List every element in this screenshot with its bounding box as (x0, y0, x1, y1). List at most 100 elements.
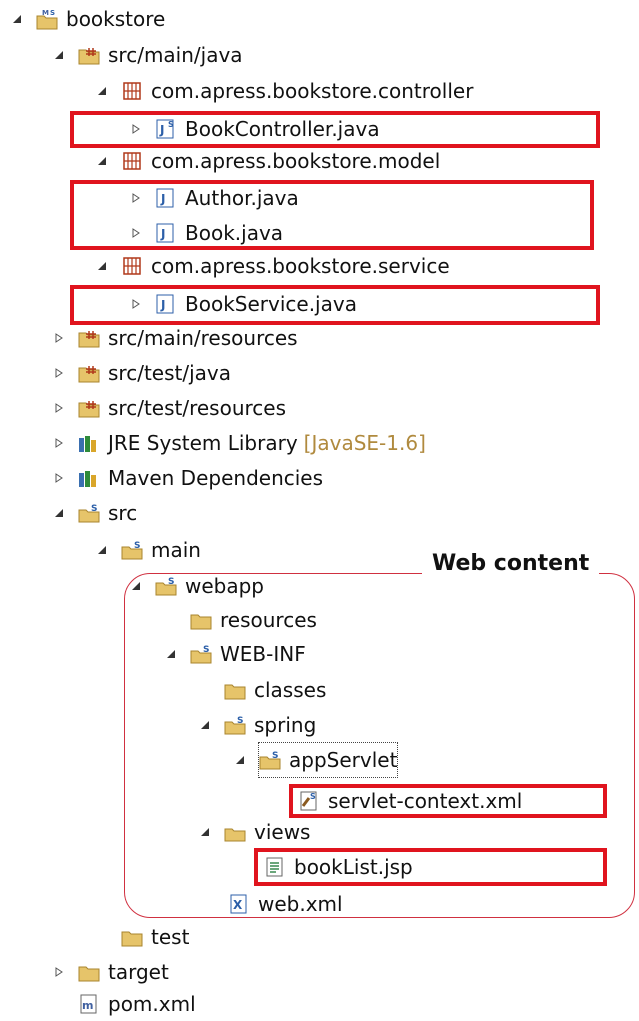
highlight-model-files (70, 180, 594, 250)
resources-label: resources (220, 608, 317, 632)
tree-item-book[interactable]: J Book.java (132, 216, 283, 250)
booklist-label: bookList.jsp (294, 855, 413, 879)
package-icon (121, 150, 143, 172)
tree-item-src-main-java[interactable]: src/main/java (55, 38, 243, 72)
tree-item-jre-library[interactable]: JRE System Library [JavaSE-1.6] (55, 426, 426, 460)
maven-project-icon: MS (36, 8, 58, 30)
tree-item-target[interactable]: target (55, 955, 169, 989)
views-label: views (254, 820, 311, 844)
collapsed-arrow-icon[interactable] (50, 955, 68, 989)
expanded-arrow-icon[interactable] (196, 708, 214, 742)
tree-item-booklist[interactable]: bookList.jsp (264, 850, 413, 884)
folder-icon (224, 679, 246, 701)
bookservice-label: BookService.java (185, 292, 357, 316)
collapsed-arrow-icon[interactable] (50, 426, 68, 460)
tree-item-pkg-controller[interactable]: com.apress.bookstore.controller (98, 74, 474, 108)
pkg-service-label: com.apress.bookstore.service (151, 254, 450, 278)
pkg-controller-label: com.apress.bookstore.controller (151, 79, 474, 103)
open-folder-icon: S (190, 643, 212, 665)
tree-item-pkg-model[interactable]: com.apress.bookstore.model (98, 144, 441, 178)
tree-item-classes[interactable]: classes (224, 673, 326, 707)
src-main-resources-label: src/main/resources (108, 326, 298, 350)
expanded-arrow-icon[interactable] (50, 496, 68, 530)
expanded-arrow-icon[interactable] (50, 38, 68, 72)
open-folder-icon: S (78, 502, 100, 524)
tree-item-resources[interactable]: resources (190, 603, 317, 637)
webapp-label: webapp (185, 574, 265, 598)
open-folder-icon (224, 821, 246, 843)
tree-item-main[interactable]: S main (98, 533, 201, 567)
tree-item-views[interactable]: views (201, 815, 311, 849)
xml-file-icon: X (228, 893, 250, 915)
open-folder-icon: S (224, 714, 246, 736)
expanded-arrow-icon[interactable] (162, 637, 180, 671)
svg-text:S: S (50, 9, 55, 17)
target-label: target (108, 960, 169, 984)
expanded-arrow-icon[interactable] (127, 569, 145, 603)
tree-item-src-test-resources[interactable]: src/test/resources (55, 391, 286, 425)
test-label: test (151, 925, 190, 949)
collapsed-arrow-icon[interactable] (50, 321, 68, 355)
collapsed-arrow-icon[interactable] (50, 461, 68, 495)
expanded-arrow-icon[interactable] (93, 533, 111, 567)
collapsed-arrow-icon[interactable] (127, 112, 145, 146)
author-label: Author.java (185, 186, 299, 210)
open-folder-icon: S (259, 749, 281, 771)
web-xml-label: web.xml (258, 892, 343, 916)
svg-text:S: S (237, 716, 243, 726)
tree-item-pkg-service[interactable]: com.apress.bookstore.service (98, 249, 450, 283)
expanded-arrow-icon[interactable] (93, 74, 111, 108)
project-label: bookstore (66, 7, 166, 31)
pom-file-icon: m (78, 993, 100, 1015)
tree-item-appservlet[interactable]: S appServlet (236, 742, 399, 778)
tree-item-bookcontroller[interactable]: JS BookController.java (132, 112, 380, 146)
collapsed-arrow-icon[interactable] (50, 356, 68, 390)
tree-item-maven-deps[interactable]: Maven Dependencies (55, 461, 324, 495)
collapsed-arrow-icon[interactable] (50, 391, 68, 425)
src-main-java-label: src/main/java (108, 43, 243, 67)
tree-item-webapp[interactable]: S webapp (132, 569, 265, 603)
tree-item-servlet-context[interactable]: S servlet-context.xml (298, 784, 522, 818)
svg-text:M: M (42, 9, 49, 17)
tree-item-spring[interactable]: S spring (201, 708, 316, 742)
tree-item-web-xml[interactable]: X web.xml (228, 887, 343, 921)
collapsed-arrow-icon[interactable] (127, 216, 145, 250)
web-content-title: Web content (422, 548, 600, 580)
svg-text:S: S (168, 577, 174, 587)
svg-text:X: X (233, 898, 243, 912)
tree-item-author[interactable]: J Author.java (132, 181, 299, 215)
svg-text:S: S (168, 120, 174, 129)
tree-item-src[interactable]: S src (55, 496, 137, 530)
classes-label: classes (254, 678, 327, 702)
expanded-arrow-icon[interactable] (8, 2, 26, 36)
maven-deps-label: Maven Dependencies (108, 466, 324, 490)
svg-text:J: J (160, 227, 165, 241)
svg-text:S: S (203, 645, 209, 655)
tree-item-pom[interactable]: m pom.xml (78, 987, 196, 1021)
svg-text:S: S (310, 792, 316, 801)
expanded-arrow-icon[interactable] (196, 815, 214, 849)
open-folder-icon: S (121, 539, 143, 561)
web-inf-label: WEB-INF (220, 642, 306, 666)
pkg-model-label: com.apress.bookstore.model (151, 149, 441, 173)
tree-item-project[interactable]: MS bookstore (13, 2, 166, 36)
tree-item-src-main-resources[interactable]: src/main/resources (55, 321, 298, 355)
servlet-context-label: servlet-context.xml (328, 789, 523, 813)
pom-label: pom.xml (108, 992, 196, 1016)
expanded-arrow-icon[interactable] (93, 144, 111, 178)
expanded-arrow-icon[interactable] (231, 743, 249, 777)
folder-icon (78, 961, 100, 983)
java-file-icon: J (155, 187, 177, 209)
svg-text:S: S (134, 541, 140, 551)
java-class-icon: JS (155, 118, 177, 140)
svg-text:J: J (160, 192, 165, 206)
collapsed-arrow-icon[interactable] (127, 287, 145, 321)
tree-item-bookservice[interactable]: J BookService.java (132, 287, 357, 321)
src-test-java-label: src/test/java (108, 361, 231, 385)
expanded-arrow-icon[interactable] (93, 249, 111, 283)
tree-item-src-test-java[interactable]: src/test/java (55, 356, 231, 390)
tree-item-test[interactable]: test (121, 920, 189, 954)
source-folder-icon (78, 362, 100, 384)
tree-item-web-inf[interactable]: S WEB-INF (167, 637, 306, 671)
collapsed-arrow-icon[interactable] (127, 181, 145, 215)
